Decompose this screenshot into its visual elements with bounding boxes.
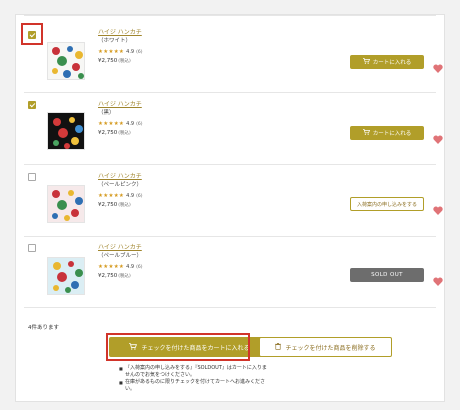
product-variant: （黒） (98, 110, 115, 116)
star-rating-icon: ★★★★★ (98, 121, 125, 127)
product-rating: ★★★★★ 4.9 (6) (98, 121, 143, 127)
product-variant: （ホワイト） (98, 38, 132, 44)
note-item: 『入荷案内の申し込みをする』『SOLDOUT』はカートに入りませんのでお気をつけ… (119, 365, 269, 379)
star-rating-icon: ★★★★★ (98, 264, 125, 270)
delete-checked-button[interactable]: チェックを付けた商品を削除する (259, 337, 392, 357)
row-divider (24, 92, 436, 93)
product-thumbnail[interactable] (47, 185, 85, 223)
product-name-link[interactable]: ハイジ ハンカチ (98, 101, 142, 108)
heart-icon[interactable] (433, 271, 443, 286)
item-checkbox[interactable] (28, 173, 36, 181)
product-rating: ★★★★★ 4.9 (6) (98, 193, 143, 199)
checkbox-highlight-annotation (21, 23, 43, 45)
item-checkbox[interactable] (28, 244, 36, 252)
add-to-cart-button[interactable]: カートに入れる (350, 126, 424, 140)
product-name-link[interactable]: ハイジ ハンカチ (98, 29, 142, 36)
product-price: ¥2,750(税込) (98, 58, 131, 64)
product-price: ¥2,750(税込) (98, 130, 131, 136)
item-count: 4件あります (28, 325, 59, 331)
trash-icon (275, 342, 282, 352)
heart-icon[interactable] (433, 129, 443, 144)
note-item: 在庫があるものに限りチェックを付けてカートへお進みください。 (119, 379, 269, 393)
cart-notes: 『入荷案内の申し込みをする』『SOLDOUT』はカートに入りませんのでお気をつけ… (119, 365, 269, 393)
favorites-list-panel: ハイジ ハンカチ （ホワイト） ★★★★★ 4.9 (6) ¥2,750(税込) カ… (15, 14, 445, 402)
heart-icon[interactable] (433, 58, 443, 73)
row-divider (24, 236, 436, 237)
product-variant: （ペールブルー） (98, 253, 143, 259)
product-name-link[interactable]: ハイジ ハンカチ (98, 244, 142, 251)
product-name-link[interactable]: ハイジ ハンカチ (98, 173, 142, 180)
star-rating-icon: ★★★★★ (98, 193, 125, 199)
row-divider (24, 164, 436, 165)
product-thumbnail[interactable] (47, 112, 85, 150)
star-rating-icon: ★★★★★ (98, 49, 125, 55)
bulk-add-highlight-annotation (106, 333, 250, 361)
heart-icon[interactable] (433, 200, 443, 215)
product-rating: ★★★★★ 4.9 (6) (98, 264, 143, 270)
add-to-cart-button[interactable]: カートに入れる (350, 55, 424, 69)
top-divider (24, 15, 436, 16)
cart-icon (362, 129, 370, 137)
cart-icon (362, 58, 370, 66)
sold-out-button: SOLD OUT (350, 268, 424, 282)
row-divider (24, 307, 436, 308)
item-checkbox[interactable] (28, 101, 36, 109)
restock-notification-button[interactable]: 入荷案内の申し込みをする (350, 197, 424, 211)
product-price: ¥2,750(税込) (98, 273, 131, 279)
product-price: ¥2,750(税込) (98, 202, 131, 208)
product-thumbnail[interactable] (47, 42, 85, 80)
product-thumbnail[interactable] (47, 257, 85, 295)
product-variant: （ペールピンク） (98, 182, 143, 188)
product-rating: ★★★★★ 4.9 (6) (98, 49, 143, 55)
